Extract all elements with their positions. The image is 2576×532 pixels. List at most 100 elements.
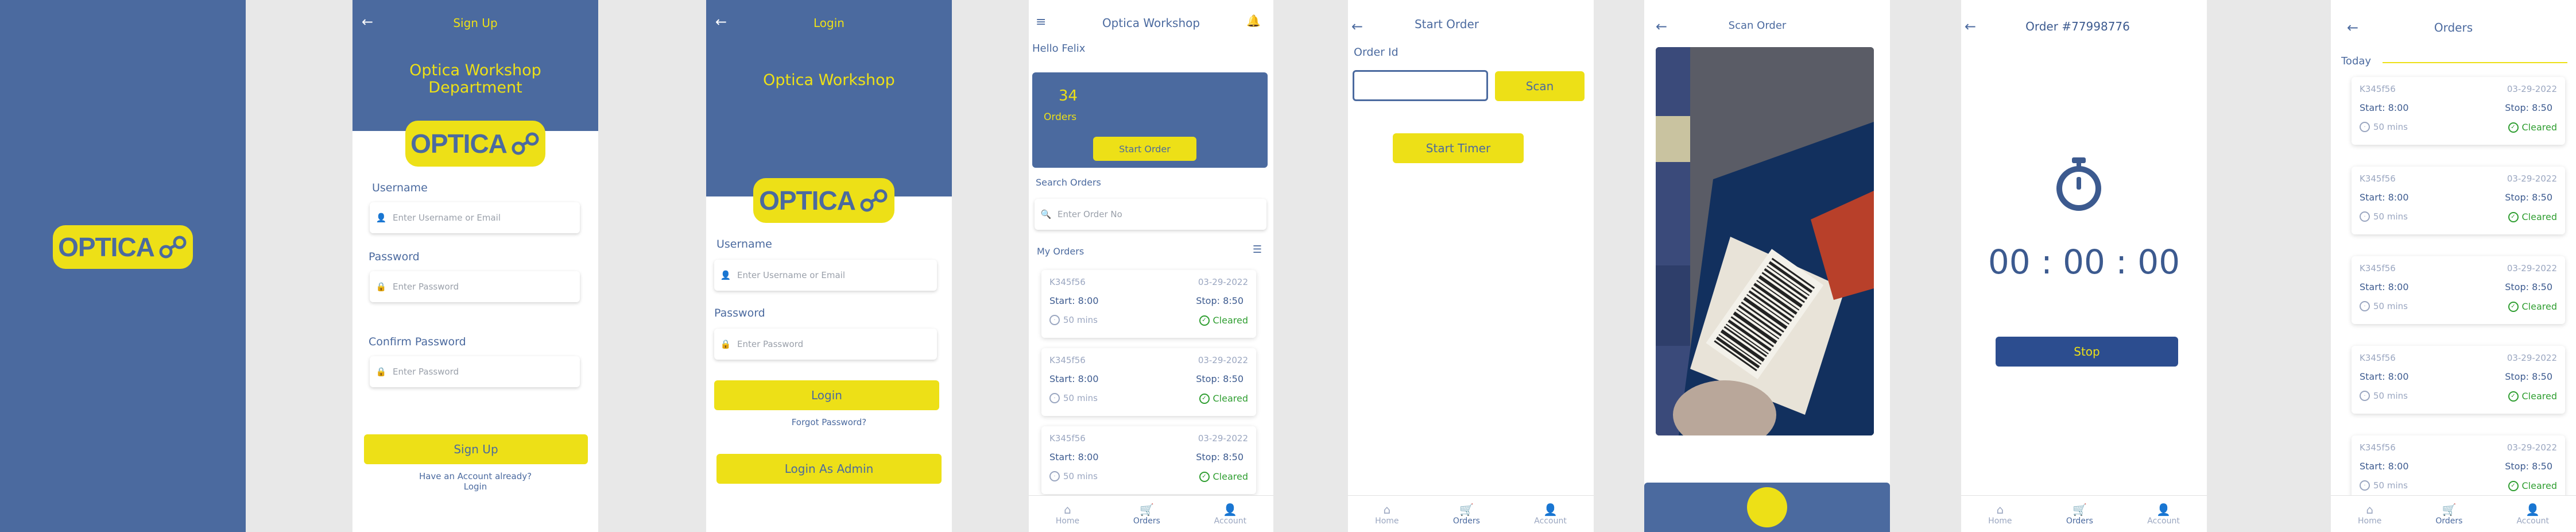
greeting: Hello Felix bbox=[1032, 43, 1086, 55]
account-icon: 👤 bbox=[2525, 502, 2540, 516]
tab-account[interactable]: 👤 Account bbox=[2147, 503, 2180, 526]
order-card[interactable]: K345f56 03-29-2022 Start: 8:00 Stop: 8:5… bbox=[1041, 348, 1256, 416]
tab-bar: ⌂ Home 🛒 Orders 👤 Account bbox=[1348, 495, 1594, 532]
order-duration: · 50 mins bbox=[2360, 211, 2408, 222]
start-timer-button[interactable]: Start Timer bbox=[1393, 133, 1524, 163]
order-id-label: Order Id bbox=[1354, 46, 1399, 59]
status-badge: ✓ Cleared bbox=[2508, 122, 2558, 133]
order-card[interactable]: K345f56 03-29-2022 Start: 8:00 Stop: 8:5… bbox=[2352, 167, 2565, 234]
status-text: Cleared bbox=[2521, 122, 2558, 133]
clock-icon: · bbox=[2360, 122, 2370, 132]
order-start: Start: 8:00 bbox=[2360, 192, 2409, 203]
capture-button[interactable] bbox=[1747, 487, 1787, 527]
account-icon: 👤 bbox=[1223, 502, 1238, 516]
status-text: Cleared bbox=[2521, 211, 2558, 222]
tab-home[interactable]: ⌂ Home bbox=[2358, 503, 2381, 526]
tab-label: Account bbox=[2147, 516, 2180, 526]
username-label: Username bbox=[372, 182, 428, 194]
login-title: Login bbox=[814, 16, 845, 30]
order-date: 03-29-2022 bbox=[2507, 84, 2557, 94]
login-as-admin-button[interactable]: Login As Admin bbox=[716, 454, 942, 484]
order-stop: Stop: 8:50 bbox=[1196, 373, 1244, 384]
home-icon: ⌂ bbox=[1064, 502, 1071, 516]
tab-home[interactable]: ⌂ Home bbox=[1056, 503, 1079, 526]
clock-icon: · bbox=[1049, 315, 1060, 325]
user-icon: 👤 bbox=[720, 270, 731, 280]
username-label: Username bbox=[716, 238, 772, 250]
tab-bar: ⌂ Home 🛒 Orders 👤 Account bbox=[1029, 495, 1273, 532]
password-label: Password bbox=[369, 250, 420, 263]
tab-account[interactable]: 👤 Account bbox=[2516, 503, 2549, 526]
tab-home[interactable]: ⌂ Home bbox=[1375, 503, 1399, 526]
tab-home[interactable]: ⌂ Home bbox=[1988, 503, 2012, 526]
password-placeholder: Enter Password bbox=[393, 282, 459, 292]
check-circle-icon: ✓ bbox=[1199, 315, 1210, 326]
filter-icon[interactable]: ☰ bbox=[1253, 244, 1262, 256]
user-icon: 👤 bbox=[375, 213, 387, 223]
orders-screen: ← Orders Today K345f56 03-29-2022 Start:… bbox=[2331, 0, 2576, 532]
order-card[interactable]: K345f56 03-29-2022 Start: 8:00 Stop: 8:5… bbox=[2352, 346, 2565, 414]
password-field[interactable]: 🔒 Enter Password bbox=[370, 271, 580, 302]
bell-icon[interactable]: 🔔 bbox=[1246, 14, 1261, 28]
optica-logo: OPTICA bbox=[405, 121, 545, 167]
order-id-input[interactable] bbox=[1353, 70, 1488, 101]
username-field[interactable]: 👤 Enter Username or Email bbox=[370, 202, 580, 233]
tab-orders[interactable]: 🛒 Orders bbox=[1453, 503, 1480, 526]
tab-account[interactable]: 👤 Account bbox=[1534, 503, 1567, 526]
order-date: 03-29-2022 bbox=[1198, 433, 1248, 444]
order-title: Order #77998776 bbox=[2025, 20, 2130, 33]
password-field[interactable]: 🔒 Enter Password bbox=[714, 329, 937, 360]
search-order-input[interactable]: 🔍 Enter Order No bbox=[1035, 199, 1266, 230]
check-circle-icon: ✓ bbox=[2508, 480, 2519, 491]
confirm-password-field[interactable]: 🔒 Enter Password bbox=[370, 356, 580, 387]
order-card[interactable]: K345f56 03-29-2022 Start: 8:00 Stop: 8:5… bbox=[2352, 435, 2565, 503]
tab-account[interactable]: 👤 Account bbox=[1214, 503, 1247, 526]
status-badge: ✓ Cleared bbox=[2508, 391, 2557, 402]
camera-feed-image bbox=[1656, 47, 1874, 435]
login-link[interactable]: Login bbox=[352, 481, 598, 492]
glasses-icon bbox=[512, 132, 539, 155]
username-field[interactable]: 👤 Enter Username or Email bbox=[714, 260, 937, 291]
tab-orders[interactable]: 🛒 Orders bbox=[2066, 503, 2093, 526]
duration-text: 50 mins bbox=[2373, 480, 2408, 491]
order-duration: · 50 mins bbox=[2360, 391, 2408, 401]
order-card[interactable]: K345f56 03-29-2022 Start: 8:00 Stop: 8:5… bbox=[2352, 256, 2565, 324]
check-circle-icon: ✓ bbox=[2508, 122, 2519, 133]
stop-button[interactable]: Stop bbox=[1996, 337, 2178, 367]
order-stop: Stop: 8:50 bbox=[2505, 371, 2552, 382]
confirm-password-label: Confirm Password bbox=[369, 336, 466, 348]
orders-title: Orders bbox=[2434, 21, 2473, 34]
tab-orders[interactable]: 🛒 Orders bbox=[2435, 503, 2462, 526]
duration-text: 50 mins bbox=[2373, 122, 2408, 132]
order-card[interactable]: K345f56 03-29-2022 Start: 8:00 Stop: 8:5… bbox=[1041, 270, 1256, 338]
signup-button[interactable]: Sign Up bbox=[364, 434, 588, 464]
order-start: Start: 8:00 bbox=[2360, 282, 2409, 292]
order-card[interactable]: K345f56 03-29-2022 Start: 8:00 Stop: 8:5… bbox=[1041, 426, 1256, 494]
username-placeholder: Enter Username or Email bbox=[393, 213, 501, 223]
duration-text: 50 mins bbox=[2373, 211, 2408, 222]
logo-text: OPTICA bbox=[410, 129, 508, 159]
tab-label: Account bbox=[2516, 516, 2549, 526]
start-order-button[interactable]: Start Order bbox=[1093, 137, 1196, 161]
order-stop: Stop: 8:50 bbox=[2505, 102, 2552, 113]
order-id: K345f56 bbox=[2360, 353, 2396, 363]
forgot-password-link[interactable]: Forgot Password? bbox=[706, 417, 952, 427]
scan-button[interactable]: Scan bbox=[1495, 71, 1585, 101]
optica-logo: OPTICA bbox=[753, 178, 894, 223]
login-button[interactable]: Login bbox=[714, 380, 939, 410]
search-icon: 🔍 bbox=[1040, 209, 1052, 219]
signup-heading: Optica Workshop Department bbox=[409, 61, 541, 97]
status-text: Cleared bbox=[1213, 315, 1249, 326]
status-text: Cleared bbox=[2521, 480, 2558, 491]
order-id: K345f56 bbox=[1049, 433, 1086, 444]
tab-orders[interactable]: 🛒 Orders bbox=[1133, 503, 1160, 526]
order-date: 03-29-2022 bbox=[2507, 353, 2557, 363]
clock-icon: · bbox=[2360, 391, 2370, 401]
start-order-title: Start Order bbox=[1414, 17, 1479, 31]
order-date: 03-29-2022 bbox=[2507, 263, 2557, 273]
order-id: K345f56 bbox=[2360, 174, 2396, 184]
glasses-icon bbox=[860, 189, 888, 212]
camera-preview[interactable] bbox=[1656, 47, 1874, 435]
tab-label: Home bbox=[1988, 516, 2012, 526]
order-card[interactable]: K345f56 03-29-2022 Start: 8:00 Stop: 8:5… bbox=[2352, 77, 2565, 145]
